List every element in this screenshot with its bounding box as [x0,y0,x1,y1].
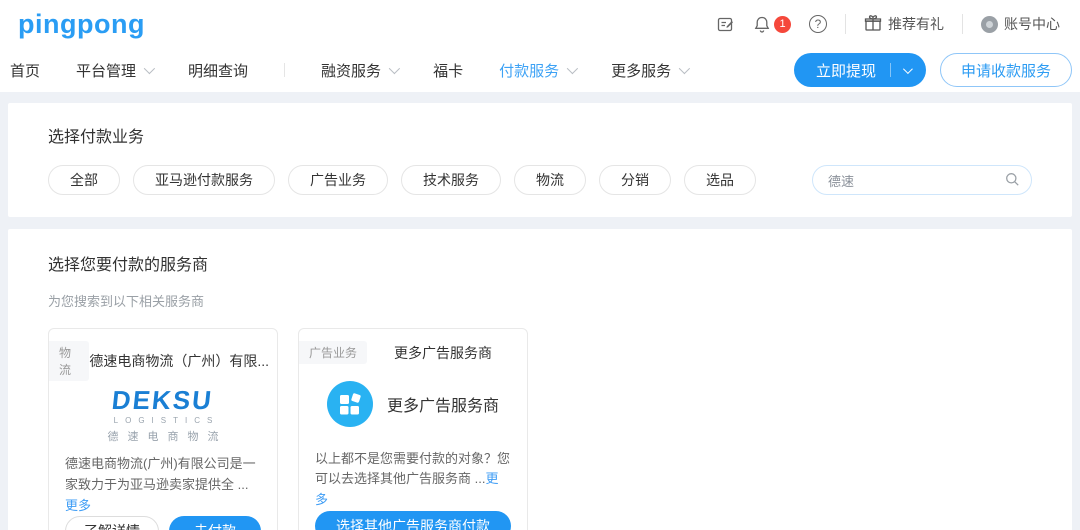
account-label: 账号中心 [1004,14,1060,34]
category-tag: 广告业务 [299,341,367,364]
more-ads-label: 更多广告服务商 [387,392,499,416]
chevron-down-icon [567,63,578,74]
withdraw-now-button[interactable]: 立即提现 [794,53,926,87]
provider-card-more-ads[interactable]: 广告业务 更多广告服务商 更多广告服务商 以上都不是您需要付款的对象？您可以去选… [298,328,528,530]
account-center-link[interactable]: 账号中心 [981,14,1060,34]
deksu-logo-name: DEKSU [111,387,215,413]
provider-card-deksu[interactable]: 物流 德速电商物流（广州）有限... DEKSU LOGISTICS 德速电商物… [48,328,278,530]
main-nav: 首页 平台管理 明细查询 融资服务 福卡 付款服务 更多服务 立即提现 申请收款… [0,48,1080,92]
filter-pill-row: 全部 亚马逊付款服务 广告业务 技术服务 物流 分销 选品 [48,165,1032,195]
nav-detail-query[interactable]: 明细查询 [188,60,248,81]
filter-section-title: 选择付款业务 [48,123,1032,147]
description-text: 以上都不是您需要付款的对象？您可以去选择其他广告服务商 ... [315,451,510,487]
more-ads-hero: 更多广告服务商 [315,370,511,439]
referral-link[interactable]: 推荐有礼 [864,14,944,35]
go-pay-button[interactable]: 去付款 [169,516,261,530]
category-tag: 物流 [49,341,89,381]
nav-more-services[interactable]: 更多服务 [611,60,687,81]
notification-badge[interactable]: 1 [774,16,791,33]
deksu-logo-sub: LOGISTICS [107,416,220,425]
nav-financing-services[interactable]: 融资服务 [321,60,397,81]
avatar-icon [981,16,998,33]
search-box [812,165,1032,195]
nav-home[interactable]: 首页 [10,60,40,81]
deksu-logo-cn: 德速电商物流 [99,428,228,444]
filter-pill-amazon-payment[interactable]: 亚马逊付款服务 [133,165,275,195]
nav-divider [284,63,285,77]
top-bar: pingpong 1 ? [0,0,1080,48]
nav-fuka[interactable]: 福卡 [433,60,463,81]
gift-icon [864,14,882,35]
filter-pill-all[interactable]: 全部 [48,165,120,195]
grid-apps-icon [327,381,373,427]
divider [845,14,846,34]
deksu-logo: DEKSU LOGISTICS 德速电商物流 [65,387,261,444]
chevron-down-icon[interactable] [903,64,913,74]
more-link[interactable]: 更多 [65,498,91,513]
filter-pill-distribution[interactable]: 分销 [599,165,671,195]
provider-description: 以上都不是您需要付款的对象？您可以去选择其他广告服务商 ...更多 [315,449,511,511]
results-section-title: 选择您要付款的服务商 [48,251,1032,275]
choose-other-ad-provider-pay-button[interactable]: 选择其他广告服务商付款 [315,511,511,530]
provider-card-row: 物流 德速电商物流（广州）有限... DEKSU LOGISTICS 德速电商物… [48,328,1032,530]
filter-pill-technical[interactable]: 技术服务 [401,165,501,195]
payment-business-panel: 选择付款业务 全部 亚马逊付款服务 广告业务 技术服务 物流 分销 选品 [8,103,1072,217]
filter-pill-logistics[interactable]: 物流 [514,165,586,195]
withdraw-label: 立即提现 [816,60,876,81]
results-subtitle: 为您搜索到以下相关服务商 [48,291,1032,310]
notification-bell-icon[interactable] [753,15,771,34]
pingpong-logo: pingpong [18,9,145,40]
nav-payment-services[interactable]: 付款服务 [499,60,575,81]
filter-pill-advertising[interactable]: 广告业务 [288,165,388,195]
provider-title: 更多广告服务商 [367,343,527,363]
service-provider-panel: 选择您要付款的服务商 为您搜索到以下相关服务商 物流 德速电商物流（广州）有限.… [8,229,1072,530]
provider-description: 德速电商物流(广州)有限公司是一家致力于为亚马逊卖家提供全 ... 更多 [65,454,261,516]
filter-pill-product-selection[interactable]: 选品 [684,165,756,195]
view-details-button[interactable]: 了解详情 [65,516,159,530]
chevron-down-icon [679,63,690,74]
chevron-down-icon [144,63,155,74]
search-input[interactable] [812,165,1032,195]
description-text: 德速电商物流(广州)有限公司是一家致力于为亚马逊卖家提供全 ... [65,456,256,492]
help-icon[interactable]: ? [809,15,827,33]
chevron-down-icon [389,63,400,74]
apply-collection-service-button[interactable]: 申请收款服务 [940,53,1072,87]
button-divider [890,63,891,77]
compose-message-icon[interactable] [716,15,735,34]
referral-label: 推荐有礼 [888,14,944,34]
provider-title: 德速电商物流（广州）有限... [89,351,277,371]
divider [962,14,963,34]
nav-platform-management[interactable]: 平台管理 [76,60,152,81]
search-icon[interactable] [1005,172,1020,192]
